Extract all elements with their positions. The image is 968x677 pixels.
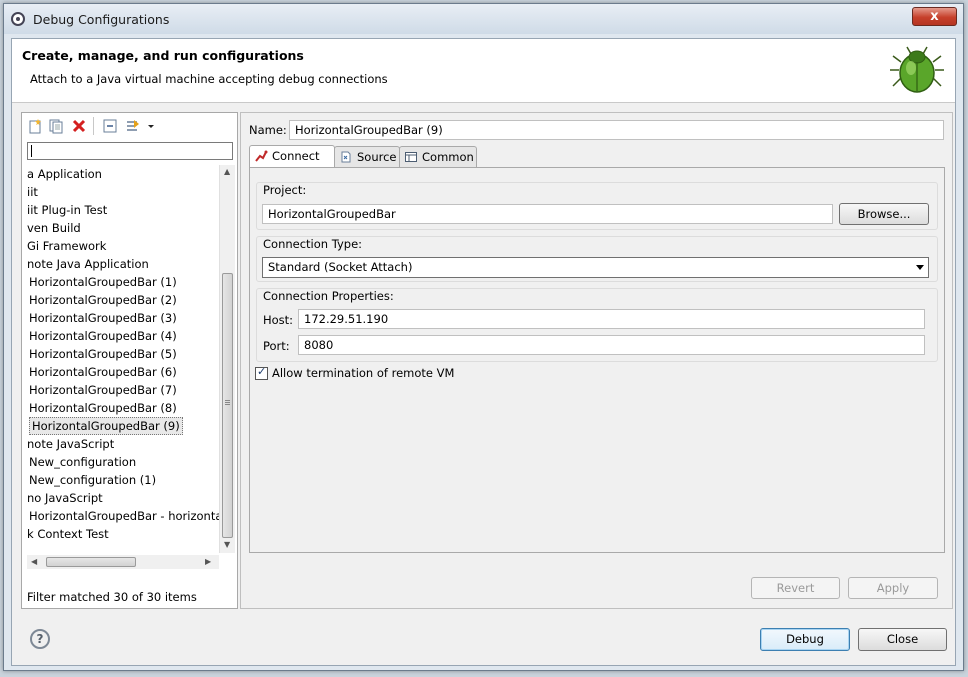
filter-status: Filter matched 30 of 30 items bbox=[27, 590, 197, 604]
tab-common[interactable]: Common bbox=[399, 146, 477, 167]
project-input[interactable]: HorizontalGroupedBar bbox=[262, 204, 833, 224]
tree-config-item[interactable]: HorizontalGroupedBar (9) bbox=[29, 417, 183, 435]
host-label: Host: bbox=[263, 313, 294, 327]
allow-termination-label: Allow termination of remote VM bbox=[272, 366, 455, 380]
connect-tab-body: Project: HorizontalGroupedBar Browse... … bbox=[249, 167, 945, 553]
title-bar[interactable]: Debug Configurations x bbox=[4, 4, 963, 34]
configuration-editor-panel: Name: HorizontalGroupedBar (9) Connect S… bbox=[240, 112, 953, 609]
text-caret bbox=[31, 145, 32, 157]
tree-config-item[interactable]: HorizontalGroupedBar (6) bbox=[29, 363, 177, 381]
dialog-header: Create, manage, and run configurations A… bbox=[12, 39, 955, 103]
port-label: Port: bbox=[263, 339, 290, 353]
header-title: Create, manage, and run configurations bbox=[22, 48, 304, 63]
scroll-left-arrow-icon[interactable]: ◀ bbox=[31, 557, 37, 566]
tree-category-item[interactable]: Gi Framework bbox=[27, 237, 106, 255]
duplicate-icon[interactable] bbox=[48, 118, 64, 134]
scroll-down-arrow-icon[interactable]: ▼ bbox=[224, 540, 230, 549]
debug-configurations-dialog: Debug Configurations x Create, manage, a… bbox=[3, 3, 964, 671]
tree-category-item[interactable]: a Application bbox=[27, 165, 102, 183]
port-input[interactable]: 8080 bbox=[298, 335, 925, 355]
tab-source[interactable]: Source bbox=[334, 146, 400, 167]
filter-icon[interactable] bbox=[125, 118, 141, 134]
toolbar-separator bbox=[93, 117, 94, 135]
tree-config-item[interactable]: HorizontalGroupedBar (5) bbox=[29, 345, 177, 363]
tree-category-item[interactable]: note JavaScript bbox=[27, 435, 114, 453]
configuration-tree: a Application iit iit Plug-in Test ven Buil… bbox=[22, 165, 219, 553]
apply-button[interactable]: Apply bbox=[848, 577, 938, 599]
tree-category-item[interactable]: iit bbox=[27, 183, 38, 201]
window-title: Debug Configurations bbox=[33, 12, 170, 27]
tree-config-item[interactable]: HorizontalGroupedBar (4) bbox=[29, 327, 177, 345]
revert-button[interactable]: Revert bbox=[751, 577, 840, 599]
window-close-button[interactable]: x bbox=[912, 7, 957, 26]
delete-icon[interactable] bbox=[71, 118, 87, 134]
tree-config-item[interactable]: New_configuration (1) bbox=[29, 471, 156, 489]
tree-config-item[interactable]: HorizontalGroupedBar - horizontalg bbox=[29, 507, 219, 525]
new-config-icon[interactable] bbox=[27, 118, 43, 134]
configuration-list-panel: a Application iit iit Plug-in Test ven Buil… bbox=[21, 112, 238, 609]
vertical-scroll-thumb[interactable] bbox=[222, 273, 233, 538]
list-toolbar bbox=[22, 113, 237, 139]
dropdown-arrow-icon[interactable] bbox=[146, 118, 156, 134]
tab-connect-label: Connect bbox=[272, 149, 320, 163]
tree-config-item[interactable]: HorizontalGroupedBar (8) bbox=[29, 399, 177, 417]
tree-category-item[interactable]: ven Build bbox=[27, 219, 81, 237]
filter-input[interactable] bbox=[27, 142, 233, 160]
tree-category-item[interactable]: no JavaScript bbox=[27, 489, 103, 507]
name-input[interactable]: HorizontalGroupedBar (9) bbox=[289, 120, 944, 140]
close-button[interactable]: Close bbox=[858, 628, 947, 651]
debug-button[interactable]: Debug bbox=[760, 628, 850, 651]
connection-type-select[interactable]: Standard (Socket Attach) bbox=[262, 257, 929, 278]
tree-vertical-scrollbar[interactable]: ▲ ▼ bbox=[219, 165, 235, 553]
connection-type-label: Connection Type: bbox=[263, 237, 363, 251]
dialog-client-area: Create, manage, and run configurations A… bbox=[11, 38, 956, 666]
tab-source-label: Source bbox=[357, 150, 397, 164]
help-icon[interactable]: ? bbox=[30, 629, 50, 649]
project-label: Project: bbox=[263, 183, 307, 197]
connect-icon bbox=[255, 150, 268, 162]
allow-termination-checkbox[interactable] bbox=[255, 365, 268, 380]
connection-properties-label: Connection Properties: bbox=[263, 289, 394, 303]
tree-config-item[interactable]: HorizontalGroupedBar (3) bbox=[29, 309, 177, 327]
source-icon bbox=[341, 151, 351, 163]
tree-horizontal-scrollbar[interactable]: ◀ ▶ bbox=[27, 555, 219, 569]
chevron-down-icon bbox=[916, 265, 924, 270]
tree-config-item[interactable]: HorizontalGroupedBar (7) bbox=[29, 381, 177, 399]
tree-config-item[interactable]: New_configuration bbox=[29, 453, 136, 471]
grip-icon bbox=[225, 400, 230, 401]
host-input[interactable]: 172.29.51.190 bbox=[298, 309, 925, 329]
common-icon bbox=[405, 152, 417, 162]
debug-bug-icon bbox=[890, 46, 944, 93]
tree-category-item[interactable]: iit Plug-in Test bbox=[27, 201, 107, 219]
tree-config-item[interactable]: HorizontalGroupedBar (2) bbox=[29, 291, 177, 309]
horizontal-scroll-thumb[interactable] bbox=[46, 557, 136, 567]
connection-type-value: Standard (Socket Attach) bbox=[268, 260, 413, 274]
tree-category-item[interactable]: note Java Application bbox=[27, 255, 149, 273]
tab-common-label: Common bbox=[422, 150, 474, 164]
header-description: Attach to a Java virtual machine accepti… bbox=[30, 72, 388, 86]
collapse-all-icon[interactable] bbox=[102, 118, 118, 134]
tab-connect[interactable]: Connect bbox=[249, 145, 335, 168]
tree-category-item[interactable]: k Context Test bbox=[27, 525, 109, 543]
scroll-up-arrow-icon[interactable]: ▲ bbox=[224, 167, 230, 176]
browse-button[interactable]: Browse... bbox=[839, 203, 929, 225]
name-label: Name: bbox=[249, 123, 287, 137]
eclipse-icon bbox=[11, 12, 25, 26]
scroll-right-arrow-icon[interactable]: ▶ bbox=[205, 557, 211, 566]
tree-config-item[interactable]: HorizontalGroupedBar (1) bbox=[29, 273, 177, 291]
